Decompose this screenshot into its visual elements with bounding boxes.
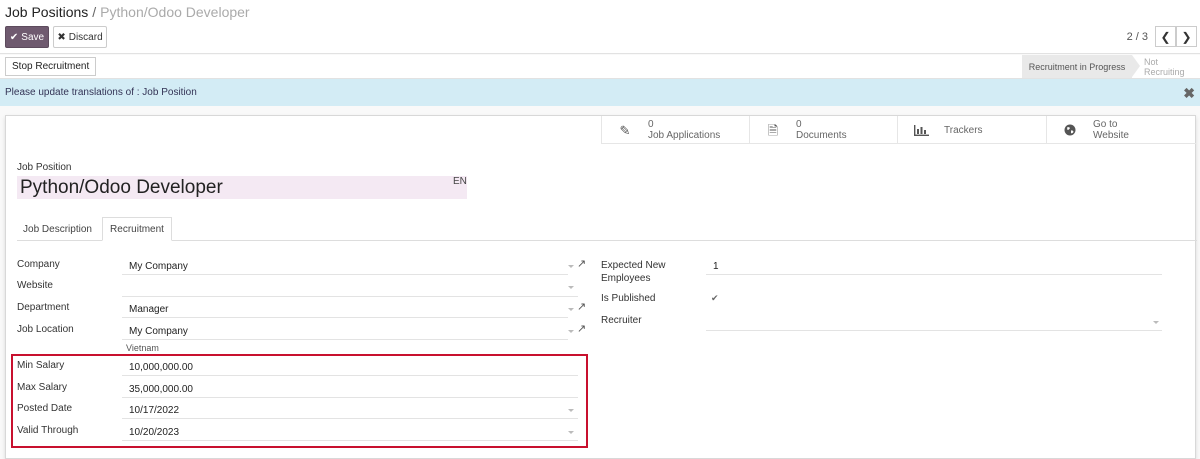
stage-recruitment-in-progress[interactable]: Recruitment in Progress — [1022, 55, 1132, 78]
pager-counter[interactable]: 2 / 3 — [1127, 31, 1148, 43]
form-statusbar: Stop Recruitment Recruitment in Progress… — [0, 55, 1200, 79]
job-name-input[interactable]: Python/Odoo Developer — [17, 176, 467, 199]
form-sheet: ✎ 0 Job Applications 🗎 0 Documents Tracker… — [5, 115, 1197, 459]
notebook-tabs: Job Description Recruitment — [17, 217, 1197, 241]
discard-button[interactable]: ✖ Discard — [53, 26, 107, 48]
department-label: Department — [17, 302, 70, 313]
stop-recruitment-button[interactable]: Stop Recruitment — [5, 57, 97, 76]
expected-new-employees-value[interactable]: 1 — [713, 261, 719, 272]
control-panel: Job Positions / Python/Odoo Developer ✔ Sav… — [0, 0, 1200, 54]
close-icon: ✖ — [57, 31, 66, 43]
company-label: Company — [17, 259, 60, 270]
website-label: Website — [17, 280, 53, 291]
language-toggle[interactable]: EN — [453, 176, 467, 187]
translation-alert: Please update translations of : Job Posi… — [0, 79, 1200, 106]
department-value[interactable]: Manager — [129, 304, 168, 315]
recruiter-underline — [706, 330, 1162, 331]
breadcrumb-parent-link[interactable]: Job Positions — [5, 4, 88, 20]
pager-next-button[interactable]: ❯ — [1176, 26, 1197, 47]
save-button[interactable]: ✔ Save — [5, 26, 49, 48]
job-location-underline — [122, 339, 568, 340]
close-icon[interactable]: ✖ — [1183, 85, 1195, 102]
job-location-country: Vietnam — [126, 343, 159, 353]
chevron-right-icon: ❯ — [1181, 29, 1192, 44]
pager-previous-button[interactable]: ❮ — [1155, 26, 1176, 47]
chevron-down-icon[interactable] — [568, 308, 574, 311]
is-published-checkbox[interactable]: ✔ — [711, 293, 719, 304]
is-published-label: Is Published — [601, 293, 656, 304]
expected-new-employees-label: Expected New Employees — [601, 259, 665, 285]
job-name-value: Python/Odoo Developer — [20, 176, 223, 198]
stage-not-recruiting[interactable]: Not Recruiting — [1140, 55, 1200, 78]
chevron-down-icon[interactable] — [568, 286, 574, 289]
stage-arrow — [1132, 55, 1140, 77]
company-value[interactable]: My Company — [129, 261, 188, 272]
breadcrumb-separator: / — [92, 4, 97, 20]
external-link-icon[interactable]: ↗ — [577, 257, 586, 270]
tab-recruitment[interactable]: Recruitment — [102, 217, 172, 241]
expected-label-line1: Expected New — [601, 260, 666, 271]
salary-dates-highlight-box — [11, 354, 588, 448]
discard-button-label: Discard — [68, 31, 103, 43]
chevron-down-icon[interactable] — [1153, 321, 1159, 324]
job-location-label: Job Location — [17, 324, 74, 335]
chevron-left-icon: ❮ — [1160, 29, 1171, 44]
chevron-down-icon[interactable] — [568, 265, 574, 268]
expected-label-line2: Employees — [601, 273, 651, 284]
department-underline — [122, 317, 568, 318]
website-underline — [122, 296, 578, 297]
check-icon: ✔ — [9, 31, 19, 43]
job-location-value[interactable]: My Company — [129, 326, 188, 337]
save-button-label: Save — [21, 31, 45, 43]
breadcrumb: Job Positions / Python/Odoo Developer — [5, 4, 250, 20]
smart-button-bar-divider — [601, 116, 1196, 144]
expected-employees-underline — [706, 274, 1162, 275]
external-link-icon[interactable]: ↗ — [577, 300, 586, 313]
company-underline — [122, 274, 568, 275]
breadcrumb-current: Python/Odoo Developer — [100, 4, 250, 20]
recruiter-label: Recruiter — [601, 315, 642, 326]
tab-job-description[interactable]: Job Description — [17, 217, 98, 241]
job-position-label: Job Position — [17, 162, 72, 173]
chevron-down-icon[interactable] — [568, 330, 574, 333]
alert-text: Please update translations of : Job Posi… — [5, 87, 197, 98]
external-link-icon[interactable]: ↗ — [577, 322, 586, 335]
